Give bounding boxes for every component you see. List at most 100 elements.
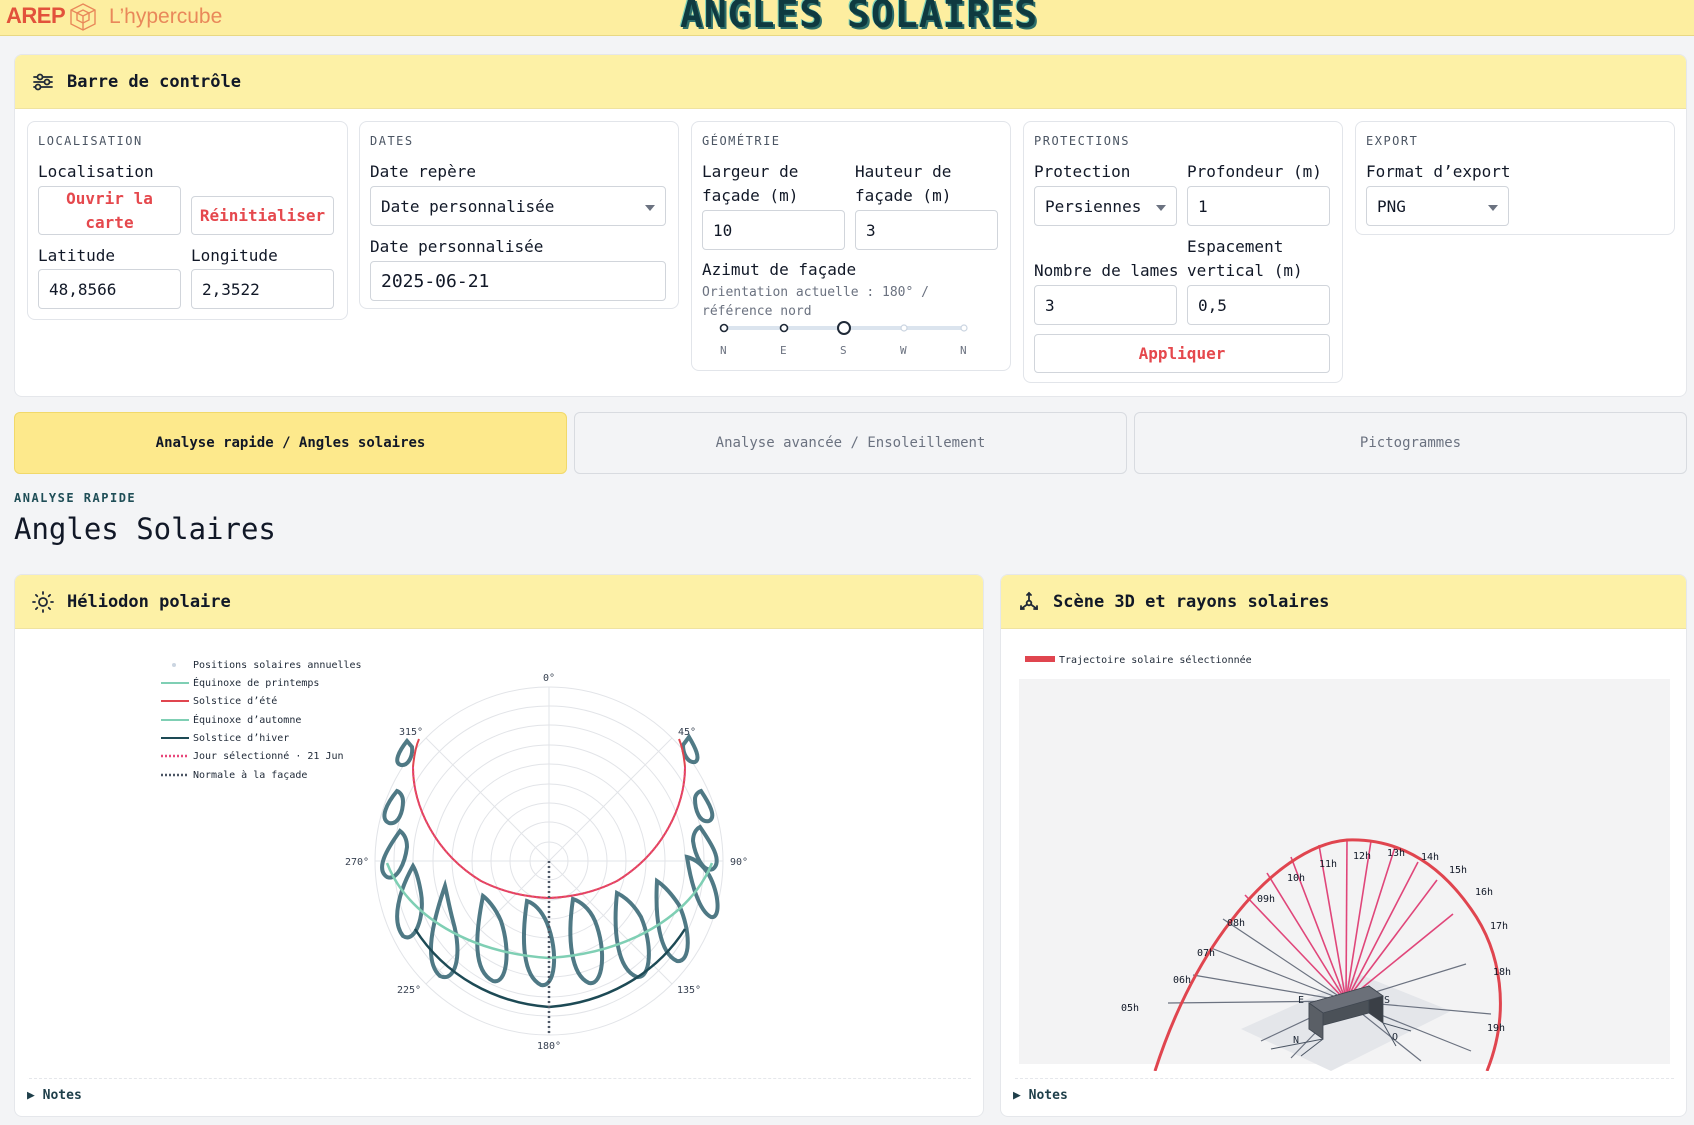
top-header: AREP L’hypercube ANGLES SOLAIRES (0, 0, 1694, 36)
hour-label: 18h (1493, 967, 1511, 978)
hour-label: 17h (1490, 921, 1508, 932)
section-eyebrow: ANALYSE RAPIDE (14, 491, 137, 505)
scene3d-card: Scène 3D et rayons solaires Trajectoire … (1000, 574, 1687, 1117)
compass-label: O (1392, 1032, 1398, 1043)
tab-advanced-analysis[interactable]: Analyse avancée / Ensoleillement (574, 412, 1127, 474)
compass-label: S (1384, 995, 1390, 1006)
slider-tick: N (720, 344, 727, 357)
hypercube-wordmark: L’hypercube (109, 5, 223, 28)
heliodon-header: Héliodon polaire (15, 575, 983, 629)
latitude-input[interactable]: 48,8566 (38, 269, 181, 309)
depth-input[interactable]: 1 (1187, 186, 1330, 226)
hour-label: 07h (1197, 948, 1215, 959)
scene3d-title: Scène 3D et rayons solaires (1053, 591, 1330, 612)
tick-label: 90° (730, 857, 748, 868)
control-bar-card: Barre de contrôle LOCALISATION Localisat… (14, 54, 1687, 397)
longitude-input[interactable]: 2,3522 (191, 269, 334, 309)
protection-select[interactable]: Persiennes (1034, 186, 1177, 226)
legend-label: Trajectoire solaire sélectionnée (1059, 654, 1252, 666)
app-title: ANGLES SOLAIRES (680, 0, 1039, 36)
slats-count-input[interactable]: 3 (1034, 285, 1177, 325)
legend-swatch (172, 663, 176, 667)
heliodon-notes-toggle[interactable]: ▶ Notes (27, 1088, 82, 1103)
hour-label: 08h (1227, 918, 1245, 929)
section-title: EXPORT (1366, 134, 1419, 148)
facade-height-input[interactable]: 3 (855, 210, 998, 250)
tick-label: 225° (397, 985, 421, 996)
notes-label: Notes (1028, 1088, 1068, 1103)
arep-logo: AREP (6, 3, 66, 28)
hour-label: 11h (1319, 859, 1337, 870)
disclosure-triangle-icon: ▶ (27, 1088, 43, 1103)
custom-date-label: Date personnalisée (370, 237, 544, 256)
depth-label: Profondeur (m) (1187, 162, 1322, 181)
export-section: EXPORT Format d’export PNG (1355, 121, 1675, 235)
azimuth-label: Azimut de façade (702, 260, 857, 279)
compass-label: E (1298, 995, 1304, 1006)
ref-date-select[interactable]: Date personnalisée (370, 186, 666, 226)
section-title: GÉOMÉTRIE (702, 134, 781, 148)
slider-tick: S (840, 344, 847, 357)
heliodon-legend: Positions solaires annuelles Équinoxe de… (161, 660, 362, 781)
tick-label: 135° (677, 985, 701, 996)
azimuth-note: Orientation actuelle : 180° / référence … (702, 285, 929, 319)
legend-label: Solstice d’été (193, 695, 277, 707)
tab-pictograms[interactable]: Pictogrammes (1134, 412, 1687, 474)
apply-button[interactable]: Appliquer (1034, 334, 1330, 373)
tick-label: 315° (399, 727, 423, 738)
protections-section: PROTECTIONS Protection Persiennes Profon… (1023, 121, 1343, 383)
facade-width-input[interactable]: 10 (702, 210, 845, 250)
legend-label: Positions solaires annuelles (193, 660, 362, 671)
latitude-label: Latitude (38, 246, 116, 265)
hour-label: 06h (1173, 975, 1191, 986)
tick-label: 180° (537, 1041, 561, 1052)
hour-label: 05h (1121, 1003, 1139, 1014)
heliodon-title: Héliodon polaire (67, 591, 231, 612)
legend-label: Équinoxe de printemps (193, 676, 319, 689)
legend-label: Jour sélectionné · 21 Jun (193, 750, 344, 762)
slider-tick: N (960, 344, 967, 357)
hour-label: 13h (1387, 848, 1405, 859)
section-title: PROTECTIONS (1034, 134, 1130, 148)
slats-count-label: Nombre de lames (1034, 261, 1179, 280)
dates-section: DATES Date repère Date personnalisée Dat… (359, 121, 679, 309)
sun-icon (32, 590, 54, 613)
tick-label: 0° (543, 673, 555, 684)
localisation-section: LOCALISATION Localisation Ouvrir la cart… (27, 121, 348, 320)
legend-label: Normale à la façade (193, 769, 307, 781)
scene3d-view[interactable]: Trajectoire solaire sélectionnée 05h 06h… (1001, 631, 1686, 1071)
vertical-spacing-label: Espacement vertical (m) (1187, 237, 1303, 280)
azimuth-slider[interactable] (714, 320, 974, 336)
custom-date-input[interactable]: 2025-06-21 (370, 261, 666, 301)
hour-label: 09h (1257, 894, 1275, 905)
scene3d-notes-toggle[interactable]: ▶ Notes (1013, 1088, 1068, 1103)
hour-label: 14h (1421, 852, 1439, 863)
reset-location-button[interactable]: Réinitialiser (191, 196, 334, 235)
scene3d-header: Scène 3D et rayons solaires (1001, 575, 1686, 629)
tab-quick-analysis[interactable]: Analyse rapide / Angles solaires (14, 412, 567, 474)
protection-label: Protection (1034, 162, 1131, 181)
hypercube-logo-icon (70, 3, 96, 31)
geometry-section: GÉOMÉTRIE Largeur de façade (m) 10 Haute… (691, 121, 1011, 371)
slider-tick-labels: N E S W N (714, 344, 974, 358)
tick-label: 270° (345, 857, 369, 868)
vertical-spacing-input[interactable]: 0,5 (1187, 285, 1330, 325)
hour-label: 10h (1287, 873, 1305, 884)
legend-label: Solstice d’hiver (193, 733, 289, 744)
facade-width-label: Largeur de façade (m) (702, 162, 799, 205)
open-map-button[interactable]: Ouvrir la carte (38, 186, 181, 235)
hour-label: 12h (1353, 851, 1371, 862)
sliders-icon (33, 73, 53, 90)
heliodon-chart: Positions solaires annuelles Équinoxe de… (161, 660, 748, 1052)
hour-label: 19h (1487, 1023, 1505, 1034)
legend-label: Équinoxe d’automne (193, 713, 301, 726)
heliodon-card: Héliodon polaire Positions solaires annu… (14, 574, 984, 1117)
slider-tick: E (780, 344, 787, 357)
slider-tick: W (900, 344, 907, 357)
disclosure-triangle-icon: ▶ (1013, 1088, 1029, 1103)
control-bar-title: Barre de contrôle (67, 71, 241, 92)
notes-label: Notes (42, 1088, 82, 1103)
axes-3d-icon (1020, 591, 1038, 610)
localisation-label: Localisation (38, 162, 154, 181)
export-format-select[interactable]: PNG (1366, 186, 1509, 226)
